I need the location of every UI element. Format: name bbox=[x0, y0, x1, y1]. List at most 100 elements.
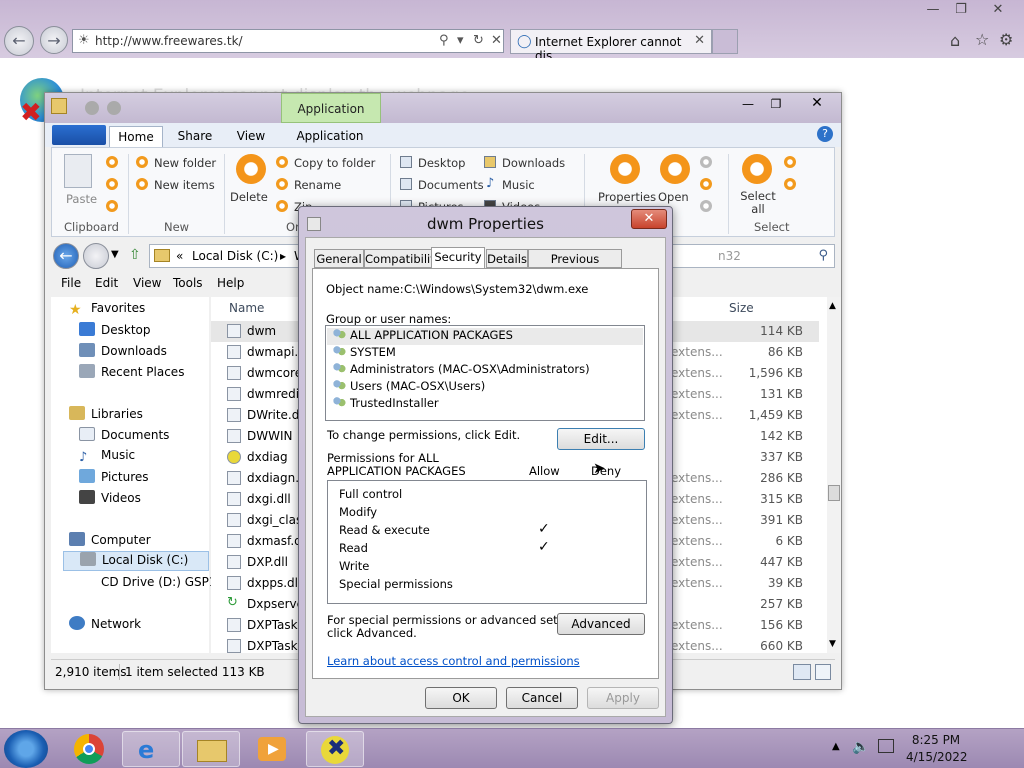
nav-videos[interactable]: Videos bbox=[79, 490, 141, 510]
documents-shortcut[interactable]: Documents bbox=[418, 178, 484, 192]
menu-tools[interactable]: Tools bbox=[173, 276, 203, 290]
details-view-icon[interactable] bbox=[793, 664, 811, 680]
taskbar-file-explorer[interactable] bbox=[182, 731, 240, 767]
cancel-button[interactable]: Cancel bbox=[506, 687, 578, 709]
taskbar-chrome[interactable] bbox=[60, 731, 118, 767]
edit-button[interactable]: Edit... bbox=[557, 428, 645, 450]
scroll-up-icon[interactable]: ▲ bbox=[829, 301, 836, 311]
search-icon[interactable]: ⚲ bbox=[439, 33, 449, 48]
desktop-shortcut[interactable]: Desktop bbox=[418, 156, 465, 170]
new-items-button[interactable]: New items bbox=[154, 178, 215, 192]
tab-general[interactable]: General bbox=[314, 249, 364, 268]
nav-recent[interactable]: Recent Places bbox=[79, 364, 184, 384]
stop-icon[interactable]: ✕ bbox=[491, 33, 502, 48]
nav-local-disk[interactable]: Local Disk (C:) bbox=[63, 551, 209, 571]
qat-newfolder-icon[interactable] bbox=[107, 101, 121, 115]
close-icon[interactable]: ✕ bbox=[982, 0, 1014, 20]
group-item[interactable]: ALL APPLICATION PACKAGES bbox=[327, 328, 643, 345]
tab-home[interactable]: Home bbox=[109, 126, 163, 147]
browser-tab[interactable]: ◯ Internet Explorer cannot dis... ✕ bbox=[510, 29, 712, 63]
clock-time[interactable]: 8:25 PM bbox=[906, 733, 966, 747]
explorer-back-button[interactable]: ← bbox=[53, 243, 79, 269]
dropdown-icon[interactable]: ▾ bbox=[457, 33, 464, 48]
properties-button[interactable]: Properties bbox=[598, 190, 656, 204]
history-icon[interactable] bbox=[700, 178, 712, 190]
copy-icon[interactable] bbox=[106, 178, 118, 190]
file-menu-button[interactable] bbox=[52, 125, 106, 145]
nav-cd-drive[interactable]: CD Drive (D:) GSP1R bbox=[79, 574, 225, 594]
new-folder-button[interactable]: New folder bbox=[154, 156, 216, 170]
tab-application[interactable]: Application bbox=[289, 126, 371, 147]
apply-button[interactable]: Apply bbox=[587, 687, 659, 709]
address-bar[interactable]: ☀ http://www.freewares.tk/ ⚲ ▾ ↻ ✕ bbox=[72, 29, 504, 53]
nav-music[interactable]: ♪ Music bbox=[79, 448, 135, 468]
column-name[interactable]: Name bbox=[229, 301, 264, 315]
tab-details[interactable]: Details bbox=[486, 249, 528, 268]
group-item[interactable]: SYSTEM bbox=[332, 345, 396, 362]
forward-button[interactable]: → bbox=[40, 26, 68, 54]
taskbar-media-player[interactable]: ▶ bbox=[244, 731, 302, 767]
network-tray-icon[interactable] bbox=[878, 739, 894, 753]
dialog-close-icon[interactable]: ✕ bbox=[631, 209, 667, 229]
nav-downloads[interactable]: Downloads bbox=[79, 343, 167, 363]
tab-security[interactable]: Security bbox=[431, 247, 485, 269]
open-button[interactable]: Open bbox=[658, 190, 689, 204]
clock-date[interactable]: 4/15/2022 bbox=[906, 750, 968, 764]
edit-icon[interactable] bbox=[700, 156, 712, 168]
column-size[interactable]: Size bbox=[729, 301, 754, 315]
group-item[interactable]: Administrators (MAC-OSX\Administrators) bbox=[332, 362, 590, 379]
new-tab-button[interactable] bbox=[712, 29, 738, 54]
nav-computer[interactable]: Computer bbox=[69, 532, 151, 552]
menu-help[interactable]: Help bbox=[217, 276, 244, 290]
up-arrow-icon[interactable]: ⇧ bbox=[129, 247, 141, 263]
tab-compatibility[interactable]: Compatibility bbox=[364, 249, 442, 268]
explorer-maximize-icon[interactable]: ❐ bbox=[763, 97, 789, 113]
vertical-scrollbar[interactable]: ▲ ▼ bbox=[827, 297, 841, 653]
nav-favorites[interactable]: ★ Favorites bbox=[69, 301, 145, 321]
music-shortcut[interactable]: Music bbox=[502, 178, 535, 192]
tab-view[interactable]: View bbox=[229, 126, 273, 147]
group-item[interactable]: Users (MAC-OSX\Users) bbox=[332, 379, 485, 396]
invert-selection-icon[interactable] bbox=[784, 178, 796, 190]
scroll-thumb[interactable] bbox=[828, 485, 840, 501]
recent-locations-icon[interactable]: ▼ bbox=[111, 249, 119, 260]
menu-file[interactable]: File bbox=[61, 276, 81, 290]
advanced-button[interactable]: Advanced bbox=[557, 613, 645, 635]
scroll-down-icon[interactable]: ▼ bbox=[829, 639, 836, 649]
paste-button[interactable]: Paste bbox=[66, 192, 97, 206]
learn-more-link[interactable]: Learn about access control and permissio… bbox=[327, 654, 580, 668]
taskbar-internet-explorer[interactable]: e bbox=[122, 731, 180, 767]
help-icon[interactable]: ? bbox=[817, 126, 833, 142]
start-button[interactable] bbox=[4, 730, 48, 768]
menu-view[interactable]: View bbox=[133, 276, 161, 290]
close-tab-icon[interactable]: ✕ bbox=[694, 33, 705, 48]
restore-icon[interactable]: ❐ bbox=[946, 0, 976, 20]
favorites-star-icon[interactable]: ☆ bbox=[975, 30, 989, 49]
tab-previous-versions[interactable]: Previous Versions bbox=[528, 249, 622, 284]
nav-libraries[interactable]: Libraries bbox=[69, 406, 143, 426]
explorer-close-icon[interactable]: ✕ bbox=[797, 95, 837, 113]
select-all-button[interactable]: Select all bbox=[740, 190, 776, 216]
nav-pictures[interactable]: Pictures bbox=[79, 469, 149, 489]
home-icon[interactable]: ⌂ bbox=[950, 31, 960, 50]
minimize-icon[interactable]: — bbox=[918, 0, 948, 20]
taskbar-dxdiag[interactable]: ✖ bbox=[306, 731, 364, 767]
nav-network[interactable]: Network bbox=[69, 616, 141, 636]
back-button[interactable]: ← bbox=[4, 26, 34, 56]
downloads-shortcut[interactable]: Downloads bbox=[502, 156, 565, 170]
nav-desktop[interactable]: Desktop bbox=[79, 322, 151, 342]
ok-button[interactable]: OK bbox=[425, 687, 497, 709]
refresh-icon[interactable]: ↻ bbox=[473, 33, 484, 48]
delete-button[interactable]: Delete bbox=[230, 190, 268, 204]
explorer-minimize-icon[interactable]: — bbox=[735, 97, 761, 113]
rename-button[interactable]: Rename bbox=[294, 178, 341, 192]
tray-chevron-icon[interactable]: ▲ bbox=[832, 741, 840, 752]
qat-properties-icon[interactable] bbox=[85, 101, 99, 115]
tab-share[interactable]: Share bbox=[169, 126, 221, 147]
cut-icon[interactable] bbox=[106, 156, 118, 168]
open-with-icon[interactable] bbox=[700, 200, 712, 212]
copy-to-folder-button[interactable]: Copy to folder bbox=[294, 156, 375, 170]
large-icons-view-icon[interactable] bbox=[815, 664, 831, 680]
select-none-icon[interactable] bbox=[784, 156, 796, 168]
nav-documents[interactable]: Documents bbox=[79, 427, 169, 447]
